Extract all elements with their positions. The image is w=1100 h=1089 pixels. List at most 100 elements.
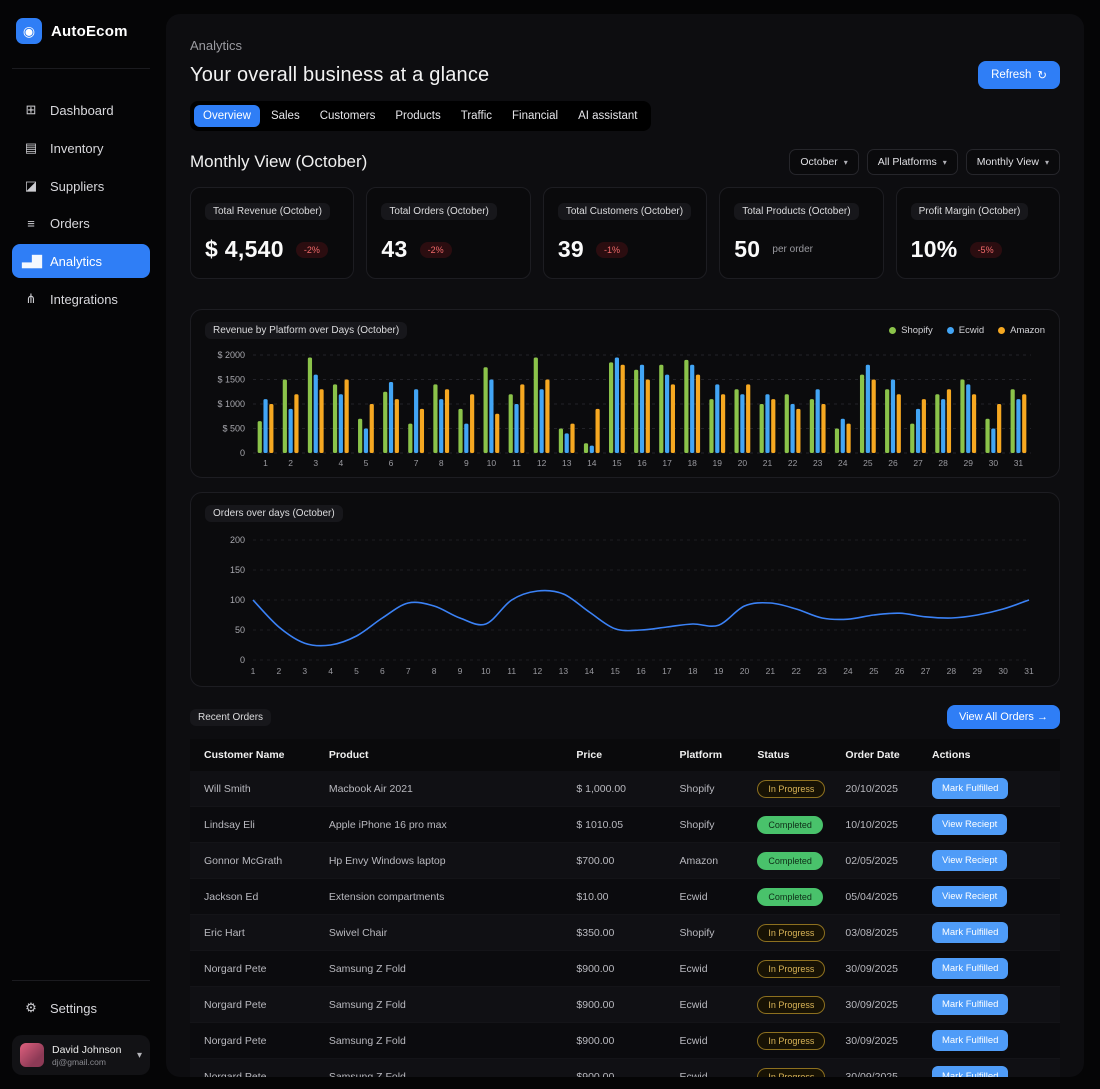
svg-text:0: 0	[240, 655, 245, 665]
cell-platform: Shopify	[669, 806, 748, 843]
svg-text:30: 30	[989, 458, 999, 468]
cell-price: $ 1010.05	[566, 806, 670, 843]
cell-customer: Norgard Pete	[190, 986, 319, 1023]
filter-label: All Platforms	[877, 156, 937, 168]
cell-product: Extension compartments	[318, 878, 567, 915]
status-badge: In Progress	[757, 1067, 826, 1077]
cell-platform: Ecwid	[669, 950, 748, 987]
orders-table: Customer Name Product Price Platform Sta…	[190, 739, 1060, 1077]
tab-label: Customers	[319, 110, 376, 122]
svg-text:10: 10	[481, 666, 491, 676]
legend-label: Ecwid	[958, 325, 985, 336]
settings-button[interactable]: ⚙ Settings	[12, 991, 150, 1025]
order-action-button[interactable]: View Reciept	[931, 850, 1008, 871]
status-badge: In Progress	[757, 779, 826, 798]
svg-text:100: 100	[230, 595, 245, 605]
svg-text:30: 30	[998, 666, 1008, 676]
order-action-button[interactable]: Mark Fulfilled	[931, 1066, 1009, 1077]
cell-platform: Ecwid	[669, 986, 748, 1023]
cell-order-date: 02/05/2025	[835, 842, 922, 879]
svg-text:5: 5	[364, 458, 369, 468]
gear-icon: ⚙	[25, 1000, 37, 1015]
table-row: Norgard Pete Samsung Z Fold $900.00 Ecwi…	[190, 950, 1060, 987]
integrations-icon: ⋔	[25, 291, 37, 306]
svg-text:8: 8	[439, 458, 444, 468]
order-action-button[interactable]: Mark Fulfilled	[931, 994, 1009, 1015]
tab-financial[interactable]: Financial	[503, 105, 567, 127]
tab-label: AI assistant	[578, 110, 638, 122]
cell-price: $350.00	[566, 914, 670, 951]
stat-label: Total Orders (October)	[381, 203, 497, 220]
chevron-down-icon: ▾	[942, 157, 947, 167]
stat-badge: -5%	[969, 241, 1002, 258]
cell-order-date: 30/09/2025	[835, 950, 922, 987]
svg-text:6: 6	[380, 666, 385, 676]
svg-text:8: 8	[432, 666, 437, 676]
order-action-button[interactable]: Mark Fulfilled	[931, 1030, 1009, 1051]
svg-text:16: 16	[636, 666, 646, 676]
user-card[interactable]: David Johnson dj@gmail.com ▾	[12, 1035, 150, 1075]
view-filter[interactable]: Monthly View ▾	[965, 149, 1060, 175]
sidebar-item-suppliers[interactable]: ◪ Suppliers	[12, 169, 150, 203]
stat-total-customers: Total Customers (October) 39 -1%	[542, 187, 708, 279]
svg-text:150: 150	[230, 565, 245, 575]
order-action-button[interactable]: View Reciept	[931, 814, 1008, 835]
filters: October ▾ All Platforms ▾ Monthly View ▾	[789, 149, 1060, 175]
svg-text:27: 27	[921, 666, 931, 676]
order-action-button[interactable]: Mark Fulfilled	[931, 778, 1009, 799]
svg-text:20: 20	[738, 458, 748, 468]
sidebar-item-orders[interactable]: ≡ Orders	[12, 207, 150, 240]
platform-filter[interactable]: All Platforms ▾	[866, 149, 958, 175]
tab-traffic[interactable]: Traffic	[452, 105, 501, 127]
svg-text:24: 24	[843, 666, 853, 676]
svg-text:11: 11	[512, 458, 521, 468]
order-action-button[interactable]: Mark Fulfilled	[931, 958, 1009, 979]
svg-text:19: 19	[713, 458, 723, 468]
cell-customer: Will Smith	[190, 771, 319, 807]
title-row: Your overall business at a glance Refres…	[190, 61, 1060, 89]
sidebar-item-label: Suppliers	[50, 178, 105, 194]
tab-products[interactable]: Products	[386, 105, 449, 127]
legend-item: Amazon	[998, 325, 1045, 336]
sidebar-item-dashboard[interactable]: ⊞ Dashboard	[12, 93, 150, 127]
svg-text:22: 22	[788, 458, 798, 468]
svg-text:0: 0	[240, 448, 245, 458]
order-action-button[interactable]: View Reciept	[931, 886, 1008, 907]
sidebar-divider	[12, 68, 150, 69]
svg-text:200: 200	[230, 535, 245, 545]
tab-customers[interactable]: Customers	[311, 105, 385, 127]
tab-overview[interactable]: Overview	[194, 105, 260, 127]
order-action-button[interactable]: Mark Fulfilled	[931, 922, 1009, 943]
tab-label: Overview	[203, 110, 251, 122]
tab-label: Financial	[512, 110, 559, 122]
column-header-order-date: Order Date	[835, 739, 922, 771]
filter-label: Monthly View	[976, 156, 1039, 168]
cell-customer: Eric Hart	[190, 914, 319, 951]
avatar	[20, 1043, 44, 1067]
cell-customer: Norgard Pete	[190, 950, 319, 987]
sidebar-item-integrations[interactable]: ⋔ Integrations	[12, 282, 150, 316]
monthly-row: Monthly View (October) October ▾ All Pla…	[190, 149, 1060, 175]
svg-text:10: 10	[487, 458, 497, 468]
svg-text:14: 14	[585, 666, 595, 676]
orders-icon: ≡	[27, 216, 35, 231]
tab-sales[interactable]: Sales	[262, 105, 309, 127]
tab-ai-assistant[interactable]: AI assistant	[569, 105, 646, 127]
table-row: Gonnor McGrath Hp Envy Windows laptop $7…	[190, 842, 1060, 879]
stat-label: Total Customers (October)	[557, 203, 692, 220]
view-all-orders-button[interactable]: View All Orders →	[946, 705, 1060, 729]
sidebar-divider-bottom	[12, 980, 150, 981]
cell-platform: Ecwid	[669, 1022, 748, 1059]
stat-value: 50	[734, 236, 761, 262]
chevron-down-icon: ▾	[843, 157, 848, 167]
svg-text:50: 50	[235, 625, 245, 635]
sidebar-item-inventory[interactable]: ▤ Inventory	[12, 131, 150, 165]
monthly-view-title: Monthly View (October)	[190, 152, 368, 171]
svg-text:7: 7	[414, 458, 419, 468]
cell-order-date: 30/09/2025	[835, 1058, 922, 1077]
month-filter[interactable]: October ▾	[789, 149, 859, 175]
table-row: Eric Hart Swivel Chair $350.00 Shopify I…	[190, 914, 1060, 951]
sidebar-item-analytics[interactable]: ▃▇ Analytics	[12, 244, 150, 278]
refresh-button[interactable]: Refresh ↻	[978, 61, 1060, 89]
cell-product: Macbook Air 2021	[318, 771, 567, 807]
